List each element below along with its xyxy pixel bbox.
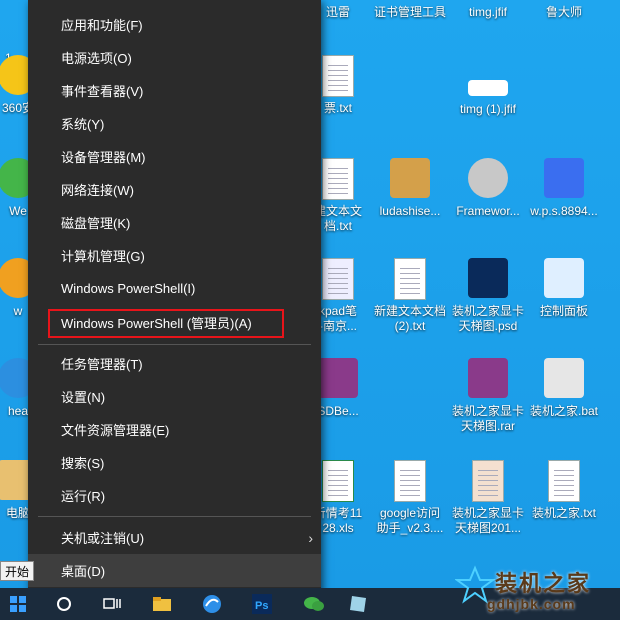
icon-label: We <box>9 204 27 218</box>
icon-label: ludashise... <box>379 204 441 218</box>
chevron-right-icon: › <box>308 529 313 546</box>
desktop-icon-txt[interactable]: 新建文本文档 (2).txt <box>370 258 450 334</box>
icon-label: 装机之家.txt <box>531 506 596 520</box>
desktop-icon-psd[interactable]: 装机之家显卡 天梯图.psd <box>448 258 528 334</box>
menu-item-system[interactable]: 系统(Y) <box>28 107 321 140</box>
desktop-icon-jfif[interactable]: timg (1).jfif <box>448 80 528 117</box>
desktop-icon-jfif[interactable]: timg.jfif <box>448 5 528 20</box>
watermark-title: 装机之家 <box>495 571 592 596</box>
menu-item-event-viewer[interactable]: 事件查看器(V) <box>28 74 321 107</box>
menu-separator <box>38 516 311 517</box>
menu-item-network-connections[interactable]: 网络连接(W) <box>28 173 321 206</box>
watermark-logo: 装机之家 gdhjbk.com <box>455 560 620 620</box>
menu-item-disk-management[interactable]: 磁盘管理(K) <box>28 206 321 239</box>
desktop-icon-doc[interactable]: google访问 助手_v2.3.... <box>370 460 450 536</box>
icon-label: timg.jfif <box>468 5 507 19</box>
task-view-icon[interactable] <box>100 592 124 616</box>
photoshop-icon[interactable]: Ps <box>250 592 274 616</box>
desktop-icon-rar[interactable]: 装机之家显卡 天梯图.rar <box>448 358 528 434</box>
menu-item-search[interactable]: 搜索(S) <box>28 446 321 479</box>
icon-label: 听情考11 28.xls <box>313 506 363 535</box>
svg-text:Ps: Ps <box>255 600 268 612</box>
desktop-icon-bat[interactable]: 装机之家.bat <box>524 358 604 419</box>
desktop-icon-ludashi[interactable]: ludashise... <box>370 158 450 219</box>
icon-label: 票.txt <box>323 101 352 115</box>
icon-label: 电脑 <box>5 506 30 520</box>
menu-item-power-options[interactable]: 电源选项(O) <box>28 41 321 74</box>
icon-label: Framewor... <box>456 204 520 218</box>
start-tooltip: 开始 <box>0 561 34 581</box>
winx-context-menu: 应用和功能(F) 电源选项(O) 事件查看器(V) 系统(Y) 设备管理器(M)… <box>28 0 321 595</box>
menu-item-settings[interactable]: 设置(N) <box>28 380 321 413</box>
icon-label: 装机之家显卡 天梯图201... <box>451 506 524 535</box>
icon-label: 装机之家显卡 天梯图.rar <box>451 404 524 433</box>
desktop-icon-image[interactable]: 装机之家显卡 天梯图201... <box>448 460 528 536</box>
watermark-url: gdhjbk.com <box>487 596 576 612</box>
menu-item-apps-features[interactable]: 应用和功能(F) <box>28 8 321 41</box>
menu-item-task-manager[interactable]: 任务管理器(T) <box>28 347 321 380</box>
menu-item-desktop[interactable]: 桌面(D) <box>28 554 321 587</box>
icon-label: 迅雷 <box>325 5 350 19</box>
icon-label: 控制面板 <box>539 304 588 318</box>
icon-label: 新建文本文档 (2).txt <box>373 304 446 333</box>
menu-item-shutdown-signout[interactable]: 关机或注销(U) › <box>28 521 321 554</box>
menu-item-file-explorer[interactable]: 文件资源管理器(E) <box>28 413 321 446</box>
icon-label: kpad笔 -南京... <box>318 304 358 333</box>
desktop-icon-txt[interactable]: 装机之家.txt <box>524 460 604 521</box>
cortana-search-icon[interactable] <box>52 592 76 616</box>
icon-label: 装机之家.bat <box>529 404 599 418</box>
icon-label: timg (1).jfif <box>459 102 516 116</box>
icon-label: 装机之家显卡 天梯图.psd <box>451 304 524 333</box>
icon-label: 鲁大师 <box>545 5 582 19</box>
windows-start-icon[interactable] <box>6 592 30 616</box>
menu-item-powershell[interactable]: Windows PowerShell(I) <box>28 272 321 305</box>
app-icon[interactable] <box>346 592 370 616</box>
menu-separator <box>38 344 311 345</box>
browser-icon[interactable] <box>200 592 224 616</box>
wechat-icon[interactable] <box>302 592 326 616</box>
desktop-icon-cert[interactable]: 证书管理工具 <box>370 5 450 20</box>
desktop-icon-control-panel[interactable]: 控制面板 <box>524 258 604 319</box>
desktop-icon-ludashi[interactable]: 鲁大师 <box>524 5 604 20</box>
icon-label: SDBe... <box>317 404 359 418</box>
desktop-icon-wps[interactable]: w.p.s.8894... <box>524 158 604 219</box>
menu-item-run[interactable]: 运行(R) <box>28 479 321 512</box>
icon-label: 证书管理工具 <box>373 5 446 19</box>
file-explorer-icon[interactable] <box>150 592 174 616</box>
menu-item-device-manager[interactable]: 设备管理器(M) <box>28 140 321 173</box>
icon-label: 建文本文 档.txt <box>313 204 362 233</box>
menu-item-computer-management[interactable]: 计算机管理(G) <box>28 239 321 272</box>
icon-label: w.p.s.8894... <box>530 204 598 218</box>
desktop-icon-framework[interactable]: Framewor... <box>448 158 528 219</box>
icon-label: w <box>13 304 23 318</box>
icon-label: hea <box>7 404 29 418</box>
icon-label: google访问 助手_v2.3.... <box>376 506 444 535</box>
highlight-box <box>48 309 284 338</box>
